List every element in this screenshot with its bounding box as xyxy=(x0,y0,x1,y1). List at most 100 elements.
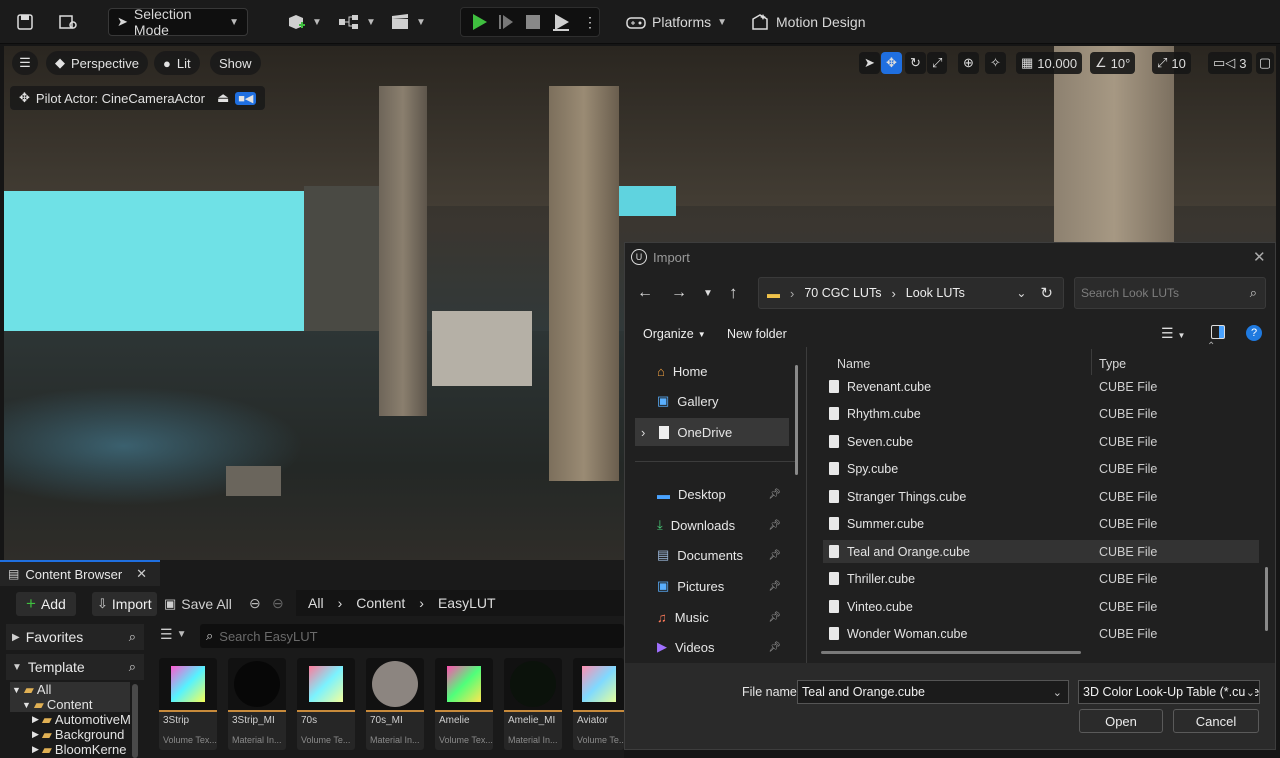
template-section[interactable]: ▼ Template ⌕ xyxy=(6,654,144,680)
camera-speed-button[interactable]: ▭◁ 3 xyxy=(1208,52,1252,74)
file-type-select[interactable]: 3D Color Look-Up Table (*.cube ⌄ xyxy=(1078,680,1260,704)
chevron-down-icon[interactable]: ⌄ xyxy=(1053,686,1062,699)
asset-tile[interactable]: Amelie Volume Tex... xyxy=(435,658,493,750)
camera-icon[interactable]: ■◀ xyxy=(235,91,257,105)
breadcrumb-easylut[interactable]: EasyLUT xyxy=(438,595,496,611)
organize-menu[interactable]: Organize ▼ xyxy=(643,327,706,341)
asset-tile[interactable]: 3Strip Volume Tex... xyxy=(159,658,217,750)
breadcrumb-all[interactable]: All xyxy=(308,595,324,611)
column-header-type[interactable]: Type xyxy=(1099,357,1126,371)
file-row-selected[interactable]: Teal and Orange.cube CUBE File xyxy=(823,540,1259,563)
nav-home[interactable]: ⌂ Home xyxy=(635,357,789,385)
save-all-button[interactable]: ▣ Save All xyxy=(164,592,232,616)
pin-icon[interactable]: 📌︎ xyxy=(768,520,781,531)
file-row[interactable]: Seven.cube CUBE File xyxy=(823,430,1259,453)
column-header-name[interactable]: Name xyxy=(837,357,870,371)
tree-item[interactable]: ▼ ▰ Content xyxy=(10,697,130,712)
scale-snap-button[interactable]: ⤢ 10 xyxy=(1152,52,1191,74)
surface-snap-icon[interactable]: ✧ xyxy=(985,52,1006,74)
chevron-down-icon[interactable]: ⌄ xyxy=(1016,286,1026,300)
close-icon[interactable]: ✕ xyxy=(136,566,147,582)
search-icon[interactable]: ⌕ xyxy=(129,629,136,645)
add-actor-button[interactable]: ▼ xyxy=(278,8,330,36)
file-row[interactable]: Rhythm.cube CUBE File xyxy=(823,402,1259,425)
blueprint-button[interactable]: ▼ xyxy=(330,8,384,36)
new-folder-button[interactable]: New folder xyxy=(727,327,787,341)
path-segment[interactable]: 70 CGC LUTs xyxy=(804,286,881,300)
nav-desktop[interactable]: ▬ Desktop 📌︎ xyxy=(635,480,789,508)
advance-frame-icon[interactable] xyxy=(497,13,515,34)
vertical-scrollbar[interactable] xyxy=(1265,567,1268,631)
more-options-icon[interactable]: ⋮ xyxy=(583,13,597,31)
translate-tool-icon[interactable]: ✥ xyxy=(881,52,902,74)
add-button[interactable]: + Add xyxy=(16,592,76,616)
import-button[interactable]: ⇩ Import xyxy=(92,592,157,616)
viewport-layout-icon[interactable]: ▢ xyxy=(1256,52,1274,74)
forward-icon[interactable]: ⊖ xyxy=(272,595,284,612)
forward-arrow-icon[interactable]: → xyxy=(671,284,687,302)
favorites-section[interactable]: ▶ Favorites ⌕ xyxy=(6,624,144,650)
play-icon[interactable] xyxy=(469,12,489,35)
nav-music[interactable]: ♫ Music 📌︎ xyxy=(635,603,789,631)
save-icon[interactable] xyxy=(8,8,42,36)
close-icon[interactable]: ✕ xyxy=(1253,248,1266,266)
select-tool-icon[interactable]: ➤ xyxy=(859,52,880,74)
nav-downloads[interactable]: ⤓ Downloads 📌︎ xyxy=(635,511,789,539)
nav-pictures[interactable]: ▣ Pictures 📌︎ xyxy=(635,572,789,600)
file-row[interactable]: Spy.cube CUBE File xyxy=(823,457,1259,480)
asset-tile[interactable]: 3Strip_MI Material In... xyxy=(228,658,286,750)
help-icon[interactable]: ? xyxy=(1246,325,1262,341)
source-control-icon[interactable] xyxy=(50,8,86,36)
tree-item[interactable]: ▼ ▰ All xyxy=(10,682,130,697)
tree-item[interactable]: ▶ ▰ Background xyxy=(10,727,130,743)
rotation-snap-button[interactable]: ∠ 10° xyxy=(1090,52,1136,74)
pin-icon[interactable]: 📌︎ xyxy=(768,642,781,653)
refresh-icon[interactable]: ↻ xyxy=(1040,284,1053,302)
breadcrumb-content[interactable]: Content xyxy=(356,595,405,611)
recent-locations-icon[interactable]: ▼ xyxy=(703,288,713,299)
asset-tile[interactable]: Amelie_MI Material In... xyxy=(504,658,562,750)
file-row[interactable]: Revenant.cube CUBE File xyxy=(823,375,1259,398)
cancel-button[interactable]: Cancel xyxy=(1173,709,1259,733)
file-row[interactable]: Summer.cube CUBE File xyxy=(823,512,1259,535)
tab-content-browser[interactable]: ▤ Content Browser ✕ xyxy=(0,560,160,586)
filter-button[interactable]: ☰ ▼ xyxy=(160,626,186,643)
cinematics-button[interactable]: ▼ xyxy=(382,8,434,36)
file-row[interactable]: Stranger Things.cube CUBE File xyxy=(823,485,1259,508)
file-row[interactable]: Thriller.cube CUBE File xyxy=(823,567,1259,590)
stop-icon[interactable] xyxy=(525,14,541,33)
tree-item[interactable]: ▶ ▰ AutomotiveM xyxy=(10,712,130,728)
show-button[interactable]: Show xyxy=(210,51,261,75)
file-name-field[interactable]: Teal and Orange.cube ⌄ xyxy=(797,680,1069,704)
horizontal-scrollbar[interactable] xyxy=(821,651,1081,654)
scale-tool-icon[interactable]: ⤢ xyxy=(927,52,948,74)
search-input[interactable]: ⌕ Search EasyLUT xyxy=(200,624,624,648)
search-input[interactable]: Search Look LUTs ⌕ xyxy=(1074,277,1266,309)
pin-icon[interactable]: 📌︎ xyxy=(768,489,781,500)
nav-onedrive[interactable]: › OneDrive xyxy=(635,418,789,446)
nav-gallery[interactable]: ▣ Gallery xyxy=(635,387,789,415)
world-space-icon[interactable]: ⊕ xyxy=(958,52,979,74)
path-segment[interactable]: Look LUTs xyxy=(906,286,965,300)
back-icon[interactable]: ⊖ xyxy=(249,595,261,612)
view-options-icon[interactable]: ☰ ▼ xyxy=(1161,325,1185,342)
chevron-right-icon[interactable]: › xyxy=(641,425,645,440)
asset-tile[interactable]: Aviator Volume Te... xyxy=(573,658,624,750)
pin-icon[interactable]: 📌︎ xyxy=(768,550,781,561)
column-divider[interactable] xyxy=(1091,349,1092,375)
nav-documents[interactable]: ▤ Documents 📌︎ xyxy=(635,541,789,569)
up-arrow-icon[interactable]: ↑ xyxy=(729,283,738,303)
eject-pilot-icon[interactable]: ⏏ xyxy=(217,90,229,106)
lit-button[interactable]: ● Lit xyxy=(154,51,200,75)
preview-pane-icon[interactable] xyxy=(1211,325,1225,339)
platforms-dropdown[interactable]: Platforms ▼ xyxy=(618,8,735,36)
file-row[interactable]: Wonder Woman.cube CUBE File xyxy=(823,622,1259,645)
back-arrow-icon[interactable]: ← xyxy=(637,284,653,302)
selection-mode-dropdown[interactable]: ➤ Selection Mode ▼ xyxy=(108,6,248,38)
eject-icon[interactable] xyxy=(551,12,571,35)
viewport-menu-icon[interactable]: ☰ xyxy=(12,51,38,75)
nav-videos[interactable]: ▶ Videos 📌︎ xyxy=(635,633,789,661)
search-icon[interactable]: ⌕ xyxy=(129,659,136,675)
asset-tile[interactable]: 70s_MI Material In... xyxy=(366,658,424,750)
open-button[interactable]: Open xyxy=(1079,709,1163,733)
